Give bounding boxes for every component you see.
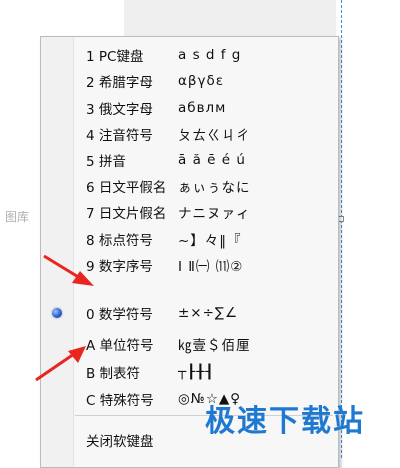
site-watermark: 极速下载站	[205, 404, 365, 439]
red-arrow-icon	[43, 254, 94, 286]
red-arrow-icon	[35, 346, 86, 382]
annotation-arrows	[35, 254, 94, 382]
